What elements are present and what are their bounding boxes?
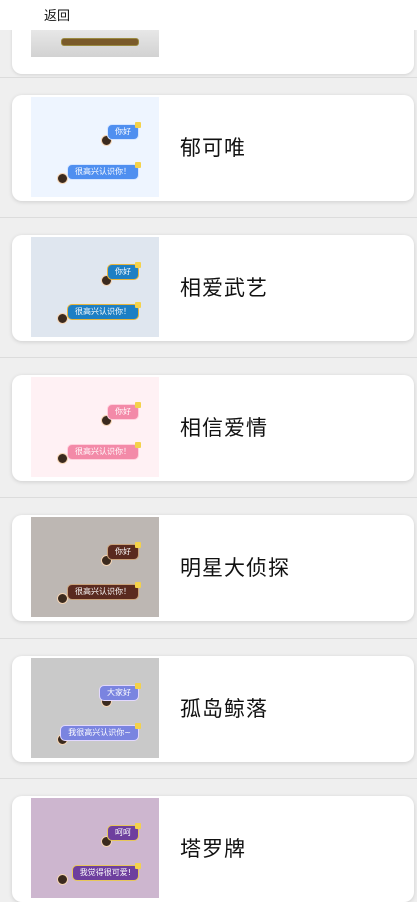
theme-card-5[interactable]: 大家好 我很高兴认识你~ 孤岛鲸落 xyxy=(12,656,414,762)
theme-preview: 你好 很高兴认识你！ xyxy=(31,517,159,617)
divider xyxy=(0,638,417,639)
theme-preview: 你好 很高兴认识你！ xyxy=(31,237,159,337)
divider xyxy=(0,217,417,218)
theme-title: 塔罗牌 xyxy=(180,837,246,861)
theme-card-3[interactable]: 你好 很高兴认识你！ 相信爱情 xyxy=(12,375,414,481)
bubble-corner-icon xyxy=(135,863,141,869)
divider xyxy=(0,77,417,78)
bubble-long: 我觉得很可爱! xyxy=(71,865,139,881)
bubble-corner-icon xyxy=(135,823,141,829)
theme-card-1[interactable]: 你好 很高兴认识你！ 郁可唯 xyxy=(12,95,414,201)
bubble-corner-icon xyxy=(135,582,141,588)
theme-card-2[interactable]: 你好 很高兴认识你！ 相爱武艺 xyxy=(12,235,414,341)
divider xyxy=(0,778,417,779)
theme-title: 相信爱情 xyxy=(180,416,268,440)
bubble-corner-icon xyxy=(135,302,141,308)
theme-card-6[interactable]: 呵呵 我觉得很可爱! 塔罗牌 xyxy=(12,796,414,902)
theme-title: 相爱武艺 xyxy=(180,276,268,300)
bubble-short: 大家好 xyxy=(99,685,139,701)
theme-preview: 呵呵 我觉得很可爱! xyxy=(31,798,159,898)
theme-preview-partial xyxy=(31,30,159,57)
bubble-corner-icon xyxy=(135,122,141,128)
theme-preview: 你好 很高兴认识你！ xyxy=(31,97,159,197)
theme-preview: 你好 很高兴认识你！ xyxy=(31,377,159,477)
theme-title: 郁可唯 xyxy=(180,136,246,160)
bubble-corner-icon xyxy=(135,442,141,448)
theme-card-4[interactable]: 你好 很高兴认识你！ 明星大侦探 xyxy=(12,515,414,621)
bubble-long: 很高兴认识你！ xyxy=(67,444,139,460)
bubble-corner-icon xyxy=(135,402,141,408)
top-bar: 返回 xyxy=(0,0,417,30)
bubble-long: 我很高兴认识你~ xyxy=(60,725,139,741)
bubble-corner-icon xyxy=(135,683,141,689)
bubble-long: 很高兴认识你！ xyxy=(67,304,139,320)
back-button[interactable]: 返回 xyxy=(44,5,70,24)
theme-title: 明星大侦探 xyxy=(180,556,290,580)
bubble-corner-icon xyxy=(135,262,141,268)
bubble-long: 很高兴认识你！ xyxy=(67,164,139,180)
divider xyxy=(0,497,417,498)
avatar-icon xyxy=(57,874,68,885)
theme-preview: 大家好 我很高兴认识你~ xyxy=(31,658,159,758)
bubble-corner-icon xyxy=(135,723,141,729)
bubble-corner-icon xyxy=(135,542,141,548)
theme-title: 孤岛鲸落 xyxy=(180,697,268,721)
bubble-preview-bar xyxy=(61,38,139,46)
bubble-long: 很高兴认识你！ xyxy=(67,584,139,600)
divider xyxy=(0,357,417,358)
bubble-corner-icon xyxy=(135,162,141,168)
